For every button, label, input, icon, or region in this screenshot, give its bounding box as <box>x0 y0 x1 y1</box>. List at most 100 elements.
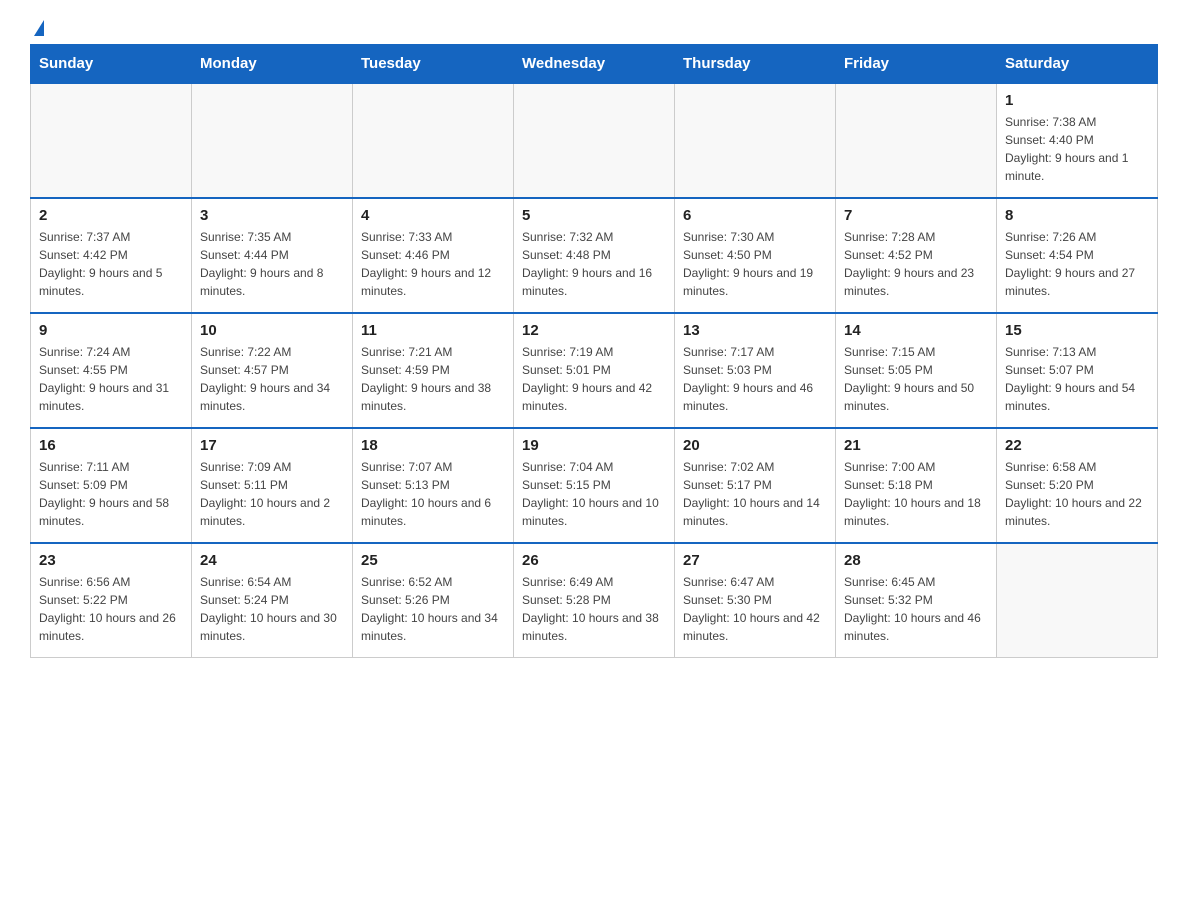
calendar-cell: 3 Sunrise: 7:35 AMSunset: 4:44 PMDaylight… <box>192 198 353 313</box>
day-number: 21 <box>844 437 988 454</box>
logo <box>30 20 44 34</box>
calendar-cell: 21 Sunrise: 7:00 AMSunset: 5:18 PMDayligh… <box>836 428 997 543</box>
day-number: 10 <box>200 322 344 339</box>
day-number: 1 <box>1005 92 1149 109</box>
calendar-cell <box>836 83 997 198</box>
day-number: 18 <box>361 437 505 454</box>
day-number: 4 <box>361 207 505 224</box>
calendar-cell: 18 Sunrise: 7:07 AMSunset: 5:13 PMDayligh… <box>353 428 514 543</box>
day-number: 23 <box>39 552 183 569</box>
day-info: Sunrise: 7:32 AMSunset: 4:48 PMDaylight:… <box>522 228 666 300</box>
day-number: 19 <box>522 437 666 454</box>
day-number: 27 <box>683 552 827 569</box>
calendar-cell: 16 Sunrise: 7:11 AMSunset: 5:09 PMDayligh… <box>31 428 192 543</box>
day-number: 11 <box>361 322 505 339</box>
day-info: Sunrise: 7:00 AMSunset: 5:18 PMDaylight:… <box>844 458 988 530</box>
day-info: Sunrise: 7:26 AMSunset: 4:54 PMDaylight:… <box>1005 228 1149 300</box>
day-number: 9 <box>39 322 183 339</box>
calendar-week-2: 2 Sunrise: 7:37 AMSunset: 4:42 PMDaylight… <box>31 198 1158 313</box>
calendar-cell: 7Sunrise: 7:28 AMSunset: 4:52 PMDaylight… <box>836 198 997 313</box>
calendar-cell: 25 Sunrise: 6:52 AMSunset: 5:26 PMDayligh… <box>353 543 514 658</box>
calendar-cell: 5Sunrise: 7:32 AMSunset: 4:48 PMDaylight… <box>514 198 675 313</box>
weekday-header-saturday: Saturday <box>997 45 1158 84</box>
day-number: 8 <box>1005 207 1149 224</box>
weekday-header-wednesday: Wednesday <box>514 45 675 84</box>
day-number: 15 <box>1005 322 1149 339</box>
day-number: 12 <box>522 322 666 339</box>
weekday-header-monday: Monday <box>192 45 353 84</box>
day-number: 20 <box>683 437 827 454</box>
calendar-cell: 9 Sunrise: 7:24 AMSunset: 4:55 PMDaylight… <box>31 313 192 428</box>
day-info: Sunrise: 7:02 AMSunset: 5:17 PMDaylight:… <box>683 458 827 530</box>
day-info: Sunrise: 7:38 AMSunset: 4:40 PMDaylight:… <box>1005 113 1149 185</box>
calendar-cell: 8 Sunrise: 7:26 AMSunset: 4:54 PMDaylight… <box>997 198 1158 313</box>
day-number: 17 <box>200 437 344 454</box>
weekday-header-friday: Friday <box>836 45 997 84</box>
calendar-cell: 12 Sunrise: 7:19 AMSunset: 5:01 PMDayligh… <box>514 313 675 428</box>
weekday-header-sunday: Sunday <box>31 45 192 84</box>
day-number: 24 <box>200 552 344 569</box>
calendar-cell: 27 Sunrise: 6:47 AMSunset: 5:30 PMDayligh… <box>675 543 836 658</box>
day-info: Sunrise: 6:54 AMSunset: 5:24 PMDaylight:… <box>200 573 344 645</box>
calendar-cell: 2 Sunrise: 7:37 AMSunset: 4:42 PMDaylight… <box>31 198 192 313</box>
weekday-header-tuesday: Tuesday <box>353 45 514 84</box>
calendar-cell: 26Sunrise: 6:49 AMSunset: 5:28 PMDayligh… <box>514 543 675 658</box>
calendar-cell: 10 Sunrise: 7:22 AMSunset: 4:57 PMDayligh… <box>192 313 353 428</box>
weekday-header-thursday: Thursday <box>675 45 836 84</box>
page-header <box>30 20 1158 34</box>
logo-triangle-icon <box>34 20 44 36</box>
calendar-cell: 28 Sunrise: 6:45 AMSunset: 5:32 PMDayligh… <box>836 543 997 658</box>
day-number: 3 <box>200 207 344 224</box>
calendar-cell: 20 Sunrise: 7:02 AMSunset: 5:17 PMDayligh… <box>675 428 836 543</box>
day-number: 22 <box>1005 437 1149 454</box>
day-info: Sunrise: 7:09 AMSunset: 5:11 PMDaylight:… <box>200 458 344 530</box>
calendar-cell: 19Sunrise: 7:04 AMSunset: 5:15 PMDayligh… <box>514 428 675 543</box>
day-info: Sunrise: 7:19 AMSunset: 5:01 PMDaylight:… <box>522 343 666 415</box>
day-number: 6 <box>683 207 827 224</box>
day-info: Sunrise: 7:07 AMSunset: 5:13 PMDaylight:… <box>361 458 505 530</box>
day-number: 16 <box>39 437 183 454</box>
calendar-cell: 15 Sunrise: 7:13 AMSunset: 5:07 PMDayligh… <box>997 313 1158 428</box>
day-info: Sunrise: 7:33 AMSunset: 4:46 PMDaylight:… <box>361 228 505 300</box>
day-number: 14 <box>844 322 988 339</box>
calendar-week-4: 16 Sunrise: 7:11 AMSunset: 5:09 PMDayligh… <box>31 428 1158 543</box>
day-info: Sunrise: 7:22 AMSunset: 4:57 PMDaylight:… <box>200 343 344 415</box>
day-info: Sunrise: 7:24 AMSunset: 4:55 PMDaylight:… <box>39 343 183 415</box>
day-number: 28 <box>844 552 988 569</box>
day-number: 13 <box>683 322 827 339</box>
calendar-week-3: 9 Sunrise: 7:24 AMSunset: 4:55 PMDaylight… <box>31 313 1158 428</box>
calendar-cell: 14Sunrise: 7:15 AMSunset: 5:05 PMDayligh… <box>836 313 997 428</box>
day-info: Sunrise: 6:56 AMSunset: 5:22 PMDaylight:… <box>39 573 183 645</box>
calendar-cell: 4 Sunrise: 7:33 AMSunset: 4:46 PMDaylight… <box>353 198 514 313</box>
day-info: Sunrise: 6:52 AMSunset: 5:26 PMDaylight:… <box>361 573 505 645</box>
day-info: Sunrise: 7:21 AMSunset: 4:59 PMDaylight:… <box>361 343 505 415</box>
calendar-cell <box>675 83 836 198</box>
day-info: Sunrise: 6:45 AMSunset: 5:32 PMDaylight:… <box>844 573 988 645</box>
calendar-cell <box>31 83 192 198</box>
weekday-header-row: SundayMondayTuesdayWednesdayThursdayFrid… <box>31 45 1158 84</box>
calendar-table: SundayMondayTuesdayWednesdayThursdayFrid… <box>30 44 1158 658</box>
calendar-week-5: 23 Sunrise: 6:56 AMSunset: 5:22 PMDayligh… <box>31 543 1158 658</box>
day-info: Sunrise: 7:30 AMSunset: 4:50 PMDaylight:… <box>683 228 827 300</box>
calendar-cell <box>192 83 353 198</box>
calendar-cell <box>353 83 514 198</box>
calendar-cell <box>997 543 1158 658</box>
calendar-cell: 24 Sunrise: 6:54 AMSunset: 5:24 PMDayligh… <box>192 543 353 658</box>
logo-line1 <box>30 20 44 38</box>
day-info: Sunrise: 7:13 AMSunset: 5:07 PMDaylight:… <box>1005 343 1149 415</box>
day-info: Sunrise: 7:37 AMSunset: 4:42 PMDaylight:… <box>39 228 183 300</box>
day-info: Sunrise: 7:17 AMSunset: 5:03 PMDaylight:… <box>683 343 827 415</box>
day-info: Sunrise: 7:35 AMSunset: 4:44 PMDaylight:… <box>200 228 344 300</box>
day-number: 25 <box>361 552 505 569</box>
day-info: Sunrise: 7:11 AMSunset: 5:09 PMDaylight:… <box>39 458 183 530</box>
calendar-cell: 11 Sunrise: 7:21 AMSunset: 4:59 PMDayligh… <box>353 313 514 428</box>
day-info: Sunrise: 6:58 AMSunset: 5:20 PMDaylight:… <box>1005 458 1149 530</box>
day-number: 7 <box>844 207 988 224</box>
day-info: Sunrise: 6:47 AMSunset: 5:30 PMDaylight:… <box>683 573 827 645</box>
calendar-week-1: 1 Sunrise: 7:38 AMSunset: 4:40 PMDaylight… <box>31 83 1158 198</box>
calendar-cell: 6 Sunrise: 7:30 AMSunset: 4:50 PMDaylight… <box>675 198 836 313</box>
calendar-cell: 23 Sunrise: 6:56 AMSunset: 5:22 PMDayligh… <box>31 543 192 658</box>
calendar-cell <box>514 83 675 198</box>
day-info: Sunrise: 6:49 AMSunset: 5:28 PMDaylight:… <box>522 573 666 645</box>
day-number: 2 <box>39 207 183 224</box>
